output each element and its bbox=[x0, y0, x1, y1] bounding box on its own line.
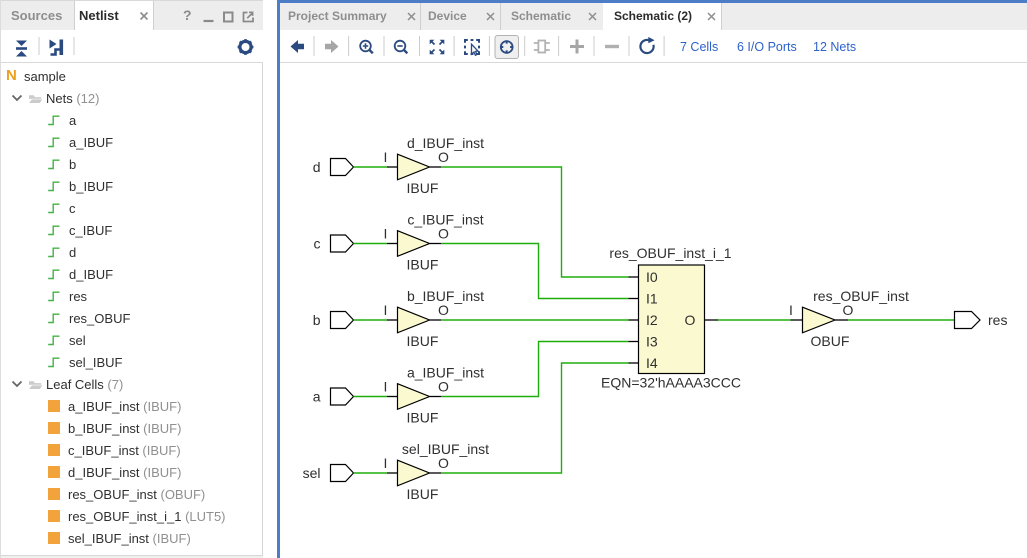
svg-text:a_IBUF_inst: a_IBUF_inst bbox=[407, 365, 484, 381]
svg-text:O: O bbox=[438, 379, 449, 395]
svg-text:res_OBUF_inst_i_1: res_OBUF_inst_i_1 bbox=[609, 245, 731, 261]
svg-text:I: I bbox=[384, 455, 388, 471]
svg-text:res_OBUF_inst: res_OBUF_inst bbox=[813, 288, 909, 304]
svg-text:O: O bbox=[685, 312, 696, 328]
svg-text:OBUF: OBUF bbox=[811, 333, 850, 349]
svg-text:O: O bbox=[438, 226, 449, 242]
svg-text:c_IBUF_inst: c_IBUF_inst bbox=[407, 212, 483, 228]
svg-text:I: I bbox=[384, 379, 388, 395]
svg-text:d: d bbox=[313, 159, 321, 175]
svg-text:EQN=32'hAAAA3CCC: EQN=32'hAAAA3CCC bbox=[601, 375, 741, 391]
svg-text:sel: sel bbox=[303, 465, 321, 481]
svg-text:I3: I3 bbox=[646, 334, 658, 350]
svg-text:a: a bbox=[313, 389, 321, 405]
svg-text:I: I bbox=[384, 226, 388, 242]
svg-text:I4: I4 bbox=[646, 355, 658, 371]
svg-text:O: O bbox=[438, 302, 449, 318]
svg-text:I: I bbox=[384, 302, 388, 318]
svg-text:O: O bbox=[438, 149, 449, 165]
svg-text:c: c bbox=[314, 236, 321, 252]
svg-text:IBUF: IBUF bbox=[407, 410, 439, 426]
svg-text:d_IBUF_inst: d_IBUF_inst bbox=[407, 135, 484, 151]
svg-text:O: O bbox=[438, 455, 449, 471]
svg-text:I: I bbox=[384, 149, 388, 165]
svg-text:I2: I2 bbox=[646, 312, 658, 328]
svg-text:IBUF: IBUF bbox=[407, 486, 439, 502]
svg-text:O: O bbox=[843, 302, 854, 318]
svg-text:sel_IBUF_inst: sel_IBUF_inst bbox=[402, 441, 489, 457]
svg-text:I: I bbox=[789, 302, 793, 318]
svg-text:IBUF: IBUF bbox=[407, 333, 439, 349]
svg-text:I0: I0 bbox=[646, 269, 658, 285]
svg-text:IBUF: IBUF bbox=[407, 180, 439, 196]
svg-text:I1: I1 bbox=[646, 291, 658, 307]
svg-text:IBUF: IBUF bbox=[407, 257, 439, 273]
svg-text:b: b bbox=[313, 312, 321, 328]
svg-text:res: res bbox=[988, 312, 1007, 328]
svg-text:b_IBUF_inst: b_IBUF_inst bbox=[407, 288, 484, 304]
